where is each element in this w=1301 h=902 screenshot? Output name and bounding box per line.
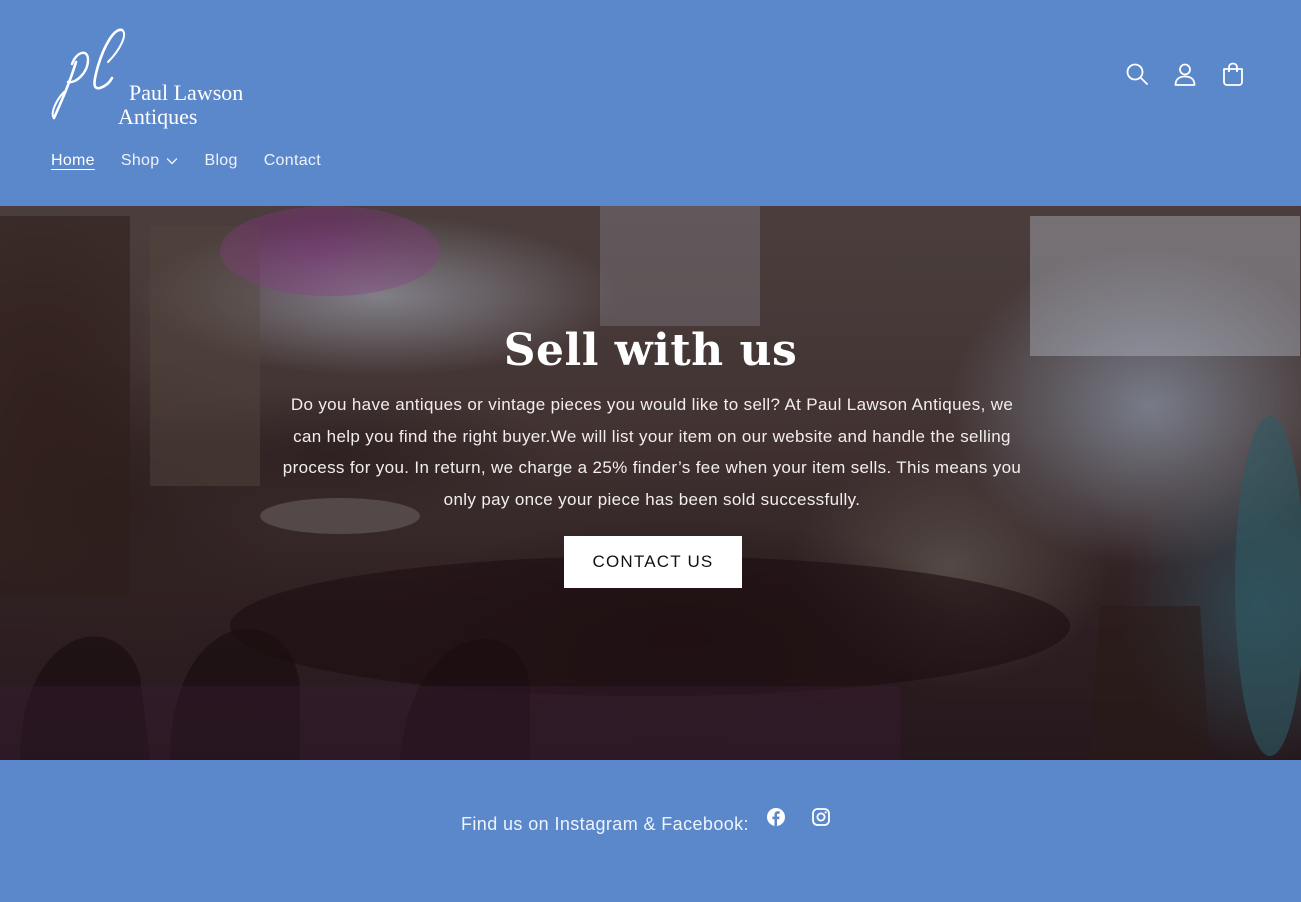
- search-icon[interactable]: [1119, 56, 1155, 92]
- cart-icon[interactable]: [1215, 56, 1251, 92]
- instagram-icon[interactable]: [810, 806, 832, 828]
- hero-banner: Sell with us Do you have antiques or vin…: [0, 206, 1301, 760]
- site-header: Paul Lawson Antiques Home Shop Blog Cont…: [0, 0, 1301, 206]
- hero-description: Do you have antiques or vintage pieces y…: [282, 395, 1022, 509]
- facebook-icon[interactable]: [765, 806, 787, 828]
- nav-item-contact[interactable]: Contact: [264, 152, 321, 170]
- account-icon[interactable]: [1167, 56, 1203, 92]
- main-nav: Home Shop Blog Contact: [51, 149, 347, 173]
- nav-item-shop[interactable]: Shop: [121, 152, 179, 170]
- contact-us-button[interactable]: CONTACT US: [564, 536, 742, 588]
- logo[interactable]: Paul Lawson Antiques: [50, 26, 260, 129]
- nav-item-shop-label: Shop: [120, 152, 160, 169]
- hero-title: Sell with us: [503, 325, 798, 376]
- nav-item-blog[interactable]: Blog: [204, 152, 237, 170]
- social-prompt-text: Find us on Instagram & Facebook:: [461, 814, 749, 834]
- site-footer: Find us on Instagram & Facebook:: [0, 760, 1301, 902]
- brand-name-line2: Antiques: [118, 104, 198, 129]
- brand-name-line1: Paul Lawson: [129, 80, 244, 105]
- nav-item-home[interactable]: Home: [51, 152, 95, 170]
- header-icons: [1119, 56, 1251, 92]
- chevron-down-icon: [167, 158, 178, 165]
